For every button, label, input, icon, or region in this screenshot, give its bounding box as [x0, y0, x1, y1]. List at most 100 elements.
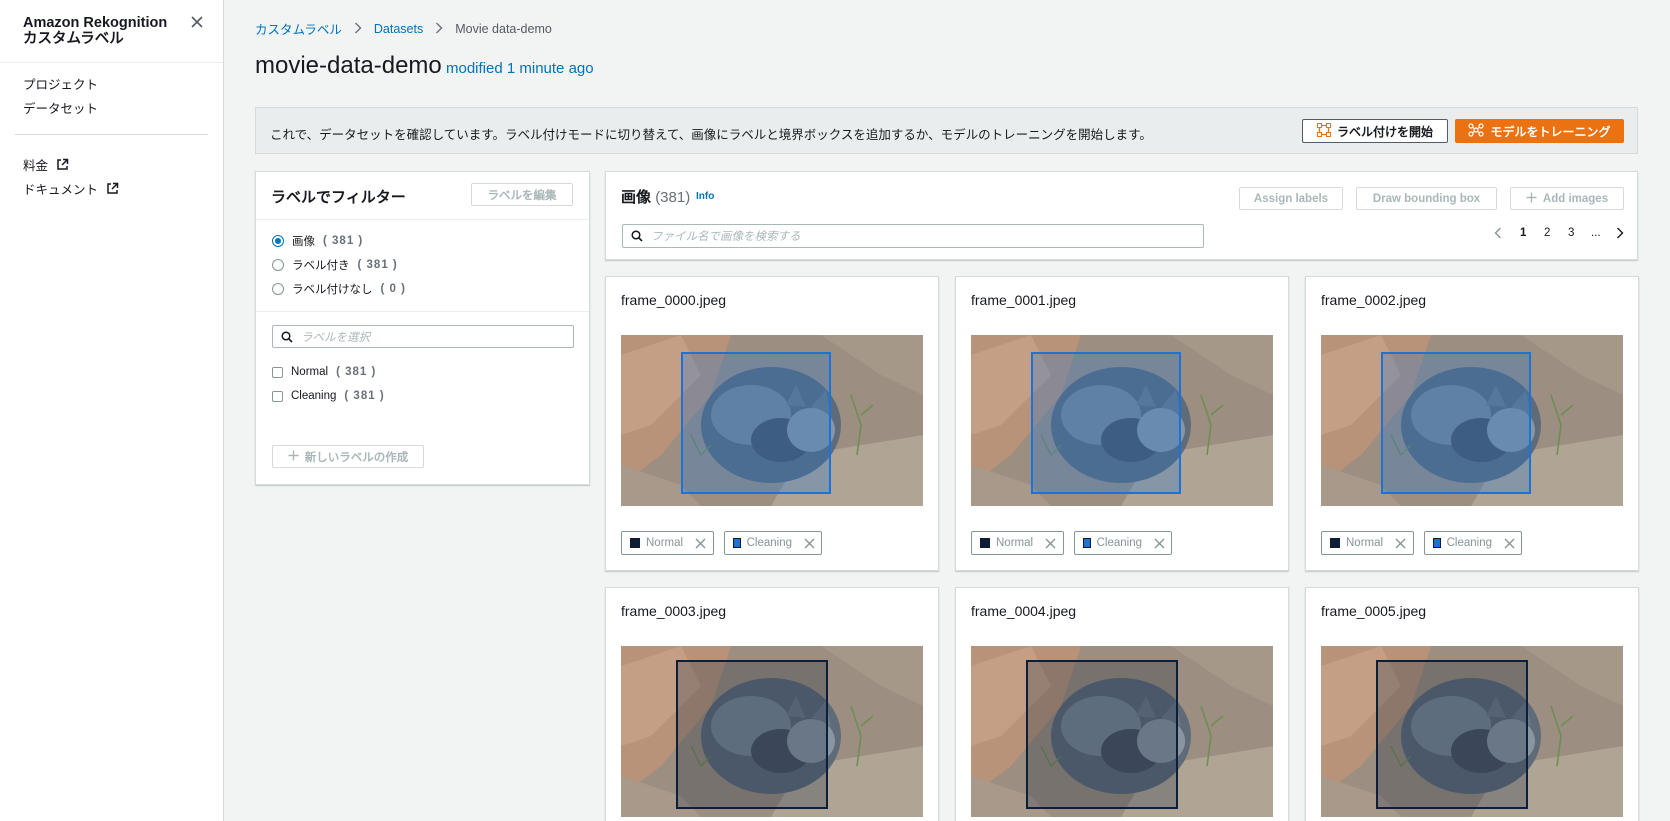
checkbox-label: Cleaning [291, 390, 337, 402]
info-link[interactable]: Info [696, 191, 714, 202]
chevron-left-icon[interactable] [1494, 227, 1502, 242]
radio-labeled[interactable]: ラベル付き ( 381 ) [272, 257, 398, 273]
label-color-swatch [980, 538, 990, 548]
checkbox[interactable] [272, 366, 283, 378]
add-images-button[interactable]: Add images [1510, 187, 1624, 210]
chevron-right-icon[interactable] [1616, 227, 1624, 242]
radio-label: ラベル付けなし [292, 284, 373, 296]
create-label-button[interactable]: 新しいラベルの作成 [272, 445, 424, 468]
images-count: (381) [655, 189, 691, 206]
label-tag-text: Cleaning [1096, 537, 1142, 549]
label-tag-text: Normal [646, 537, 684, 549]
image-search-placeholder: ファイル名で画像を検索する [651, 231, 801, 243]
side-navigation: Amazon Rekognition カスタムラベル プロジェクト データセット… [0, 0, 224, 821]
label-tag-text: Cleaning [1446, 537, 1492, 549]
sidebar-item-datasets[interactable]: データセット [23, 98, 98, 117]
radio-label: ラベル付き [292, 260, 350, 272]
image-thumbnail[interactable] [1321, 335, 1623, 506]
image-thumbnail[interactable] [971, 335, 1273, 506]
label-tag-normal: Normal [621, 531, 714, 555]
add-images-label: Add images [1542, 192, 1609, 205]
train-model-button[interactable]: モデルをトレーニング [1455, 119, 1624, 143]
image-thumbnail[interactable] [621, 646, 923, 817]
radio-all-images[interactable]: 画像 ( 381 ) [272, 233, 363, 249]
image-thumbnail[interactable] [621, 335, 923, 506]
image-file-name: frame_0004.jpeg [971, 603, 1077, 619]
bounding-box [1031, 352, 1181, 494]
page-2[interactable]: 2 [1544, 227, 1550, 239]
radio-count: ( 0 ) [380, 283, 406, 295]
remove-label-icon[interactable] [1504, 538, 1515, 549]
divider [15, 134, 208, 135]
sidebar-item-projects[interactable]: プロジェクト [23, 74, 98, 93]
remove-label-icon[interactable] [1045, 538, 1056, 549]
assign-labels-button[interactable]: Assign labels [1239, 187, 1343, 210]
remove-label-icon[interactable] [1154, 538, 1165, 549]
radio-button[interactable] [272, 259, 284, 271]
remove-label-icon[interactable] [695, 538, 706, 549]
external-link-icon [106, 182, 119, 195]
image-thumbnail[interactable] [971, 646, 1273, 817]
train-model-label: モデルをトレーニング [1490, 124, 1611, 139]
label-search-placeholder: ラベルを選択 [301, 331, 370, 344]
remove-label-icon[interactable] [804, 538, 815, 549]
radio-button[interactable] [272, 283, 284, 295]
radio-count: ( 381 ) [323, 235, 364, 247]
bounding-box [1376, 660, 1528, 809]
plus-icon [1526, 192, 1537, 206]
start-labeling-button[interactable]: ラベル付けを開始 [1302, 119, 1448, 143]
label-search-input[interactable]: ラベルを選択 [272, 325, 574, 348]
label-tag-cleaning: Cleaning [1074, 531, 1172, 555]
radio-label: 画像 [292, 236, 315, 248]
image-card[interactable]: frame_0002.jpeg Normal Cleaning [1305, 276, 1639, 571]
label-tag-cleaning: Cleaning [1424, 531, 1522, 555]
sidebar-link-pricing[interactable]: 料金 [23, 155, 69, 174]
image-card[interactable]: frame_0004.jpeg [955, 587, 1289, 821]
remove-label-icon[interactable] [1395, 538, 1406, 549]
modified-status: modified 1 minute ago [446, 60, 594, 77]
image-file-name: frame_0003.jpeg [621, 603, 727, 619]
label-color-swatch [1083, 538, 1091, 548]
draw-bounding-box-button[interactable]: Draw bounding box [1356, 187, 1497, 210]
sidebar-title: Amazon Rekognition カスタムラベル [23, 15, 168, 47]
page-1[interactable]: 1 [1520, 227, 1526, 239]
sidebar-link-label: ドキュメント [23, 183, 99, 197]
image-card[interactable]: frame_0005.jpeg [1305, 587, 1639, 821]
images-panel-header: 画像 (381) Info Assign labels Draw boundin… [605, 171, 1638, 260]
external-link-icon [56, 158, 69, 171]
image-file-name: frame_0005.jpeg [1321, 603, 1427, 619]
radio-button[interactable] [272, 235, 284, 247]
close-icon[interactable] [189, 14, 207, 32]
page-ellipsis: ... [1591, 227, 1601, 239]
image-search-input[interactable]: ファイル名で画像を検索する [622, 224, 1204, 248]
label-checkbox-normal[interactable]: Normal ( 381 ) [272, 366, 376, 378]
radio-unlabeled[interactable]: ラベル付けなし ( 0 ) [272, 281, 406, 297]
info-banner: これで、データセットを確認しています。ラベル付けモードに切り替えて、画像にラベル… [255, 107, 1638, 154]
radio-count: ( 381 ) [357, 259, 398, 271]
start-labeling-label: ラベル付けを開始 [1336, 124, 1433, 139]
bounding-box [1381, 352, 1531, 494]
model-network-icon [1468, 122, 1485, 140]
image-card[interactable]: frame_0000.jpeg Normal Cleaning [605, 276, 939, 571]
label-checkbox-cleaning[interactable]: Cleaning ( 381 ) [272, 390, 385, 402]
images-title: 画像 (381) [621, 186, 690, 207]
image-thumbnail[interactable] [1321, 646, 1623, 817]
search-icon [631, 230, 643, 242]
banner-text: これで、データセットを確認しています。ラベル付けモードに切り替えて、画像にラベル… [270, 128, 1152, 142]
checkbox-count: ( 381 ) [336, 366, 377, 378]
checkbox[interactable] [272, 390, 283, 402]
edit-labels-button[interactable]: ラベルを編集 [471, 183, 573, 206]
divider [0, 62, 223, 63]
page-3[interactable]: 3 [1568, 227, 1574, 239]
breadcrumb-current: Movie data-demo [455, 21, 552, 36]
label-tag-normal: Normal [1321, 531, 1414, 555]
breadcrumb-custom-labels[interactable]: カスタムラベル [255, 19, 342, 38]
checkbox-count: ( 381 ) [344, 390, 385, 402]
bounding-box [681, 352, 831, 494]
sidebar-link-documentation[interactable]: ドキュメント [23, 179, 119, 198]
image-file-name: frame_0000.jpeg [621, 292, 727, 308]
image-card[interactable]: frame_0003.jpeg [605, 587, 939, 821]
image-card[interactable]: frame_0001.jpeg Normal Cleaning [955, 276, 1289, 571]
breadcrumb-datasets[interactable]: Datasets [374, 22, 423, 36]
label-tag-text: Normal [996, 537, 1034, 549]
